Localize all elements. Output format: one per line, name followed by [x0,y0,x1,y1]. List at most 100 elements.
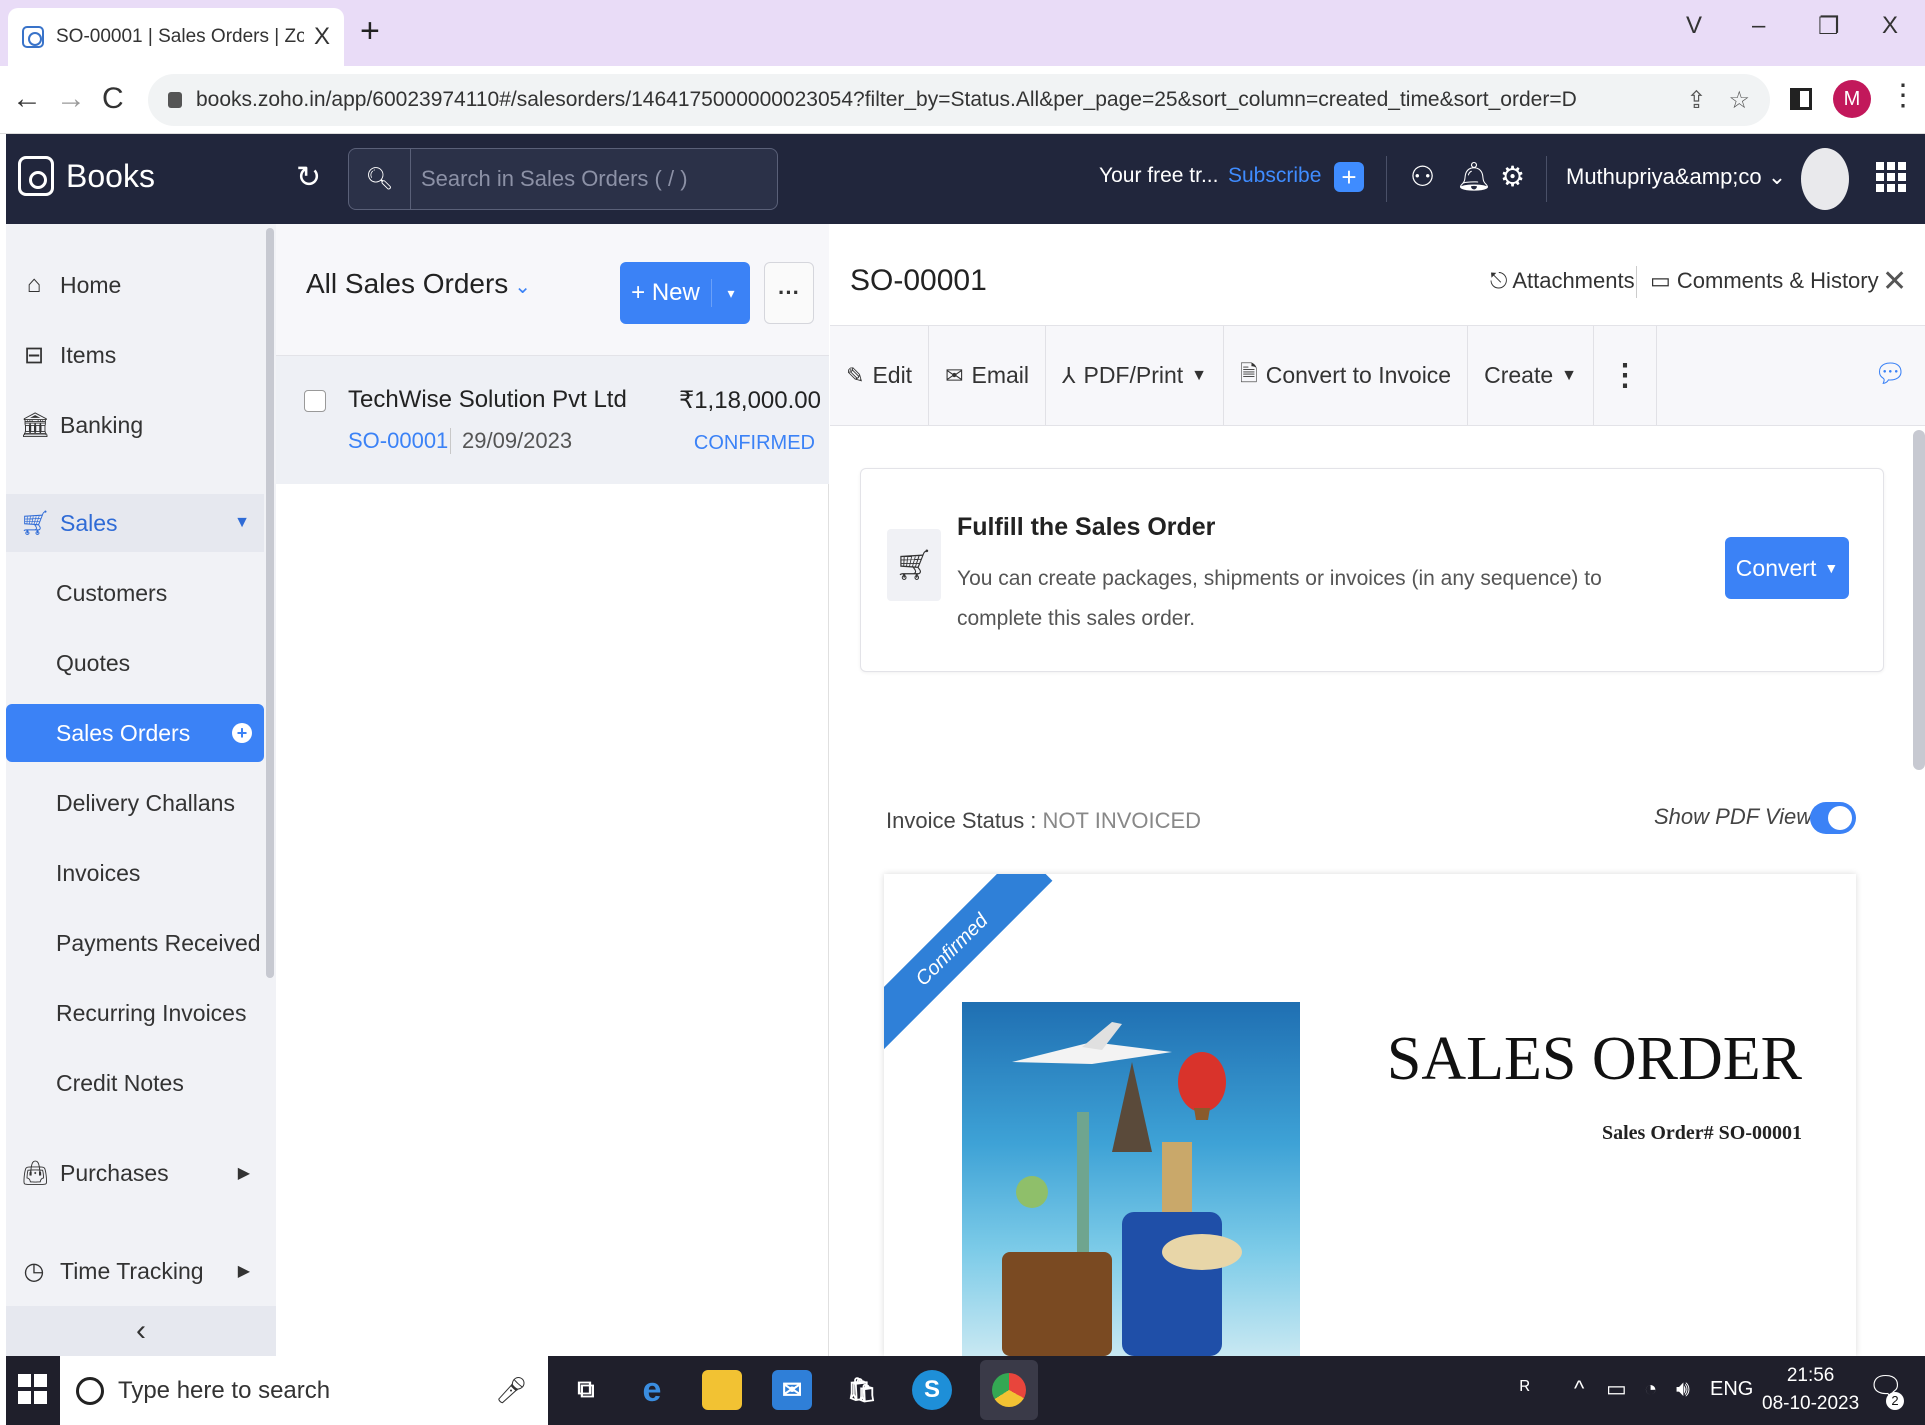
sidebar-item-items[interactable]: ⊟ Items [6,326,264,384]
sidebar-item-sales[interactable]: 🛒︎ Sales ▼ [6,494,264,552]
toggle-knob [1828,806,1852,830]
subscribe-link[interactable]: Subscribe [1228,164,1321,188]
tray-chevron-icon[interactable]: ^ [1574,1376,1584,1402]
volume-icon[interactable]: 🔊︎ [1676,1376,1690,1402]
sidebar-item-time-tracking[interactable]: ◷ Time Tracking ▶ [6,1242,264,1300]
caret-right-icon: ▶ [237,1263,250,1280]
sidebar-item-home[interactable]: ⌂ Home [6,256,264,314]
collapse-sidebar-button[interactable]: ‹ [6,1306,276,1356]
zoho-books-favicon-icon [22,26,44,48]
gear-icon[interactable]: ⚙ [1500,160,1525,193]
chrome-icon[interactable] [980,1360,1038,1420]
back-arrow-icon[interactable]: ← [12,82,42,116]
row-checkbox[interactable] [304,390,326,412]
detail-toolbar: ✎ Edit ✉ Email ⅄ PDF/Print ▼ 🗎 Convert to Inv… [830,326,1925,426]
avatar[interactable] [1801,148,1849,210]
store-icon[interactable]: 🛍︎ [842,1370,882,1410]
sidebar-item-quotes[interactable]: Quotes [6,634,264,692]
bookmark-star-icon[interactable]: ☆ [1728,86,1750,115]
share-icon[interactable]: ⇪ [1686,86,1706,115]
brand[interactable]: Books [18,156,155,196]
search-input[interactable] [421,166,761,192]
clock-icon: ◷ [23,1257,45,1285]
skype-icon[interactable]: S [912,1370,952,1410]
sidebar-item-customers[interactable]: Customers [6,564,264,622]
organization-switcher[interactable]: Muthupriya&amp;co ⌄ [1566,164,1786,190]
convert-button[interactable]: Convert ▼ [1725,537,1849,599]
detail-scrollbar[interactable] [1913,430,1925,770]
pdf-print-button[interactable]: ⅄ PDF/Print ▼ [1046,326,1225,425]
sidebar-item-banking[interactable]: 🏛︎ Banking [6,396,264,454]
sidebar-item-sales-orders[interactable]: Sales Orders + [6,704,264,762]
new-button[interactable]: + New [620,279,712,307]
sidebar-item-label: Sales [60,509,118,536]
email-button[interactable]: ✉ Email [929,326,1047,425]
wifi-icon[interactable]: ◔ [1644,1376,1657,1402]
books-logo-icon [18,156,54,196]
clock-time: 21:56 [1786,1365,1835,1386]
list-item[interactable]: TechWise Solution Pvt Ltd ₹1,18,000.00 S… [276,356,829,484]
fulfill-title: Fulfill the Sales Order [957,513,1216,541]
new-tab-button[interactable]: + [360,12,380,51]
caret-right-icon: ▶ [237,1165,250,1182]
profile-avatar[interactable]: M [1833,80,1871,118]
status-badge: CONFIRMED [693,432,815,454]
close-icon[interactable]: ✕ [1882,264,1907,299]
address-bar[interactable]: books.zoho.in/app/60023974110#/salesorde… [148,74,1770,126]
reload-icon[interactable]: C [102,82,124,116]
edit-button[interactable]: ✎ Edit [830,326,930,425]
search-icon[interactable]: 🔍︎ [349,149,411,209]
convert-to-invoice-button[interactable]: 🗎 Convert to Invoice [1224,326,1469,425]
forward-arrow-icon[interactable]: → [56,82,86,116]
sidebar-scrollbar[interactable] [266,228,274,978]
browser-tab[interactable]: SO-00001 | Sales Orders | Zoho X [8,8,344,66]
more-actions-icon[interactable]: ⋮ [1594,326,1657,425]
comments-history-link[interactable]: ▭ Comments & History [1650,268,1879,294]
list-header: All Sales Orders ⌄ + New ▾ ··· [276,224,829,356]
add-circle-icon[interactable]: + [232,723,252,743]
lock-icon[interactable] [168,92,182,108]
chat-icon[interactable]: 💬︎ [1874,358,1907,389]
attachments-link[interactable]: ⎋ Attachments [1490,268,1635,294]
app-grid-icon[interactable] [1876,162,1906,192]
search-box[interactable]: 🔍︎ [348,148,778,210]
mail-icon[interactable]: ✉ [772,1370,812,1410]
sales-order-heading: SALES ORDER [1386,1025,1802,1093]
list-view-selector[interactable]: All Sales Orders ⌄ [306,268,531,300]
browser-menu-icon[interactable]: ⋮ [1888,78,1918,113]
people-icon[interactable]: ᴿ [1520,1376,1530,1402]
show-pdf-view-toggle[interactable] [1810,802,1856,834]
minimize-button[interactable]: – [1752,12,1765,40]
task-view-icon[interactable]: ⧉ [566,1370,606,1410]
language-indicator[interactable]: ENG [1710,1378,1753,1401]
sidebar-item-recurring-invoices[interactable]: Recurring Invoices [6,984,264,1042]
sidebar-item-invoices[interactable]: Invoices [6,844,264,902]
comments-label: Comments & History [1676,268,1879,293]
clock[interactable]: 21:56 08-10-2023 [1762,1362,1859,1418]
new-dropdown-icon[interactable]: ▾ [712,285,750,302]
sales-order-number-line: Sales Order# SO-00001 [1602,1122,1802,1144]
sidebar-item-credit-notes[interactable]: Credit Notes [6,1054,264,1112]
battery-icon[interactable]: ▭ [1606,1376,1627,1402]
close-window-button[interactable]: X [1882,12,1898,40]
sidebar-item-purchases[interactable]: 👜︎ Purchases ▶ [6,1144,264,1202]
sidebar-item-payments-received[interactable]: Payments Received [6,914,264,972]
recent-activity-icon[interactable]: ↻ [296,160,321,195]
tab-close-icon[interactable]: X [314,23,330,51]
windows-start-icon[interactable] [18,1374,48,1404]
side-panel-icon[interactable] [1790,88,1812,110]
edge-browser-icon[interactable]: e [632,1370,672,1410]
tab-search-chevron-icon[interactable]: V [1686,12,1702,40]
bell-icon[interactable]: 🔔︎ [1456,160,1492,193]
restore-button[interactable]: ❐ [1818,12,1840,41]
tab-title: SO-00001 | Sales Orders | Zoho [56,26,304,47]
more-options-button[interactable]: ··· [764,262,814,324]
create-button[interactable]: Create ▼ [1468,326,1594,425]
taskbar-search[interactable]: Type here to search 🎤︎ [60,1356,548,1425]
file-explorer-icon[interactable] [702,1370,742,1410]
microphone-icon[interactable]: 🎤︎ [495,1375,528,1406]
users-icon[interactable]: ⚇ [1410,160,1435,193]
detail-header: SO-00001 ⎋ Attachments ▭ Comments & Hist… [830,224,1925,326]
quick-create-button[interactable]: + [1334,162,1364,192]
sidebar-item-delivery-challans[interactable]: Delivery Challans [6,774,264,832]
